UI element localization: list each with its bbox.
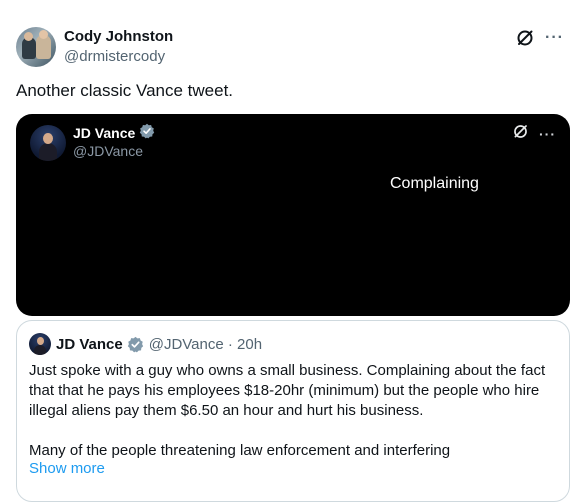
video-author-display-name: JD Vance [73,125,136,141]
video-actions: ··· [512,123,556,145]
tweet-header: Cody Johnston @drmistercody ··· [16,24,564,68]
grok-icon[interactable] [515,28,535,48]
author-avatar[interactable] [16,27,56,67]
video-author-handle: @JDVance [73,143,143,159]
quoted-tweet-paragraph: Many of the people threatening law enfor… [29,442,451,459]
quoted-author-display-name: JD Vance [56,335,123,353]
quoted-author-handle-time: @JDVance · 20h [148,335,263,353]
more-icon[interactable]: ··· [545,30,564,46]
quoted-tweet-header: JD Vance @JDVance · 20h [29,333,262,355]
verified-badge-icon [139,123,155,143]
verified-badge-icon [127,336,144,353]
author-display-name[interactable]: Cody Johnston [64,27,173,47]
quoted-author-avatar [29,333,51,355]
video-author-name-row: JD Vance [73,123,155,143]
tweet-actions-top: ··· [515,28,564,48]
tweet-text: Another classic Vance tweet. [16,81,234,100]
quoted-tweet-paragraph: Just spoke with a guy who owns a small b… [29,362,546,419]
embedded-video[interactable]: JD Vance @JDVance ··· Complaining [16,114,570,316]
video-caption: Complaining [390,175,479,192]
author-handle[interactable]: @drmistercody [64,47,165,67]
more-icon[interactable]: ··· [539,127,556,141]
grok-icon[interactable] [512,123,529,145]
quoted-tweet[interactable]: JD Vance @JDVance · 20h Just spoke with … [16,320,570,502]
video-author-avatar [30,125,66,161]
quoted-tweet-body: Just spoke with a guy who owns a small b… [29,361,557,461]
show-more-link[interactable]: Show more [29,459,105,479]
